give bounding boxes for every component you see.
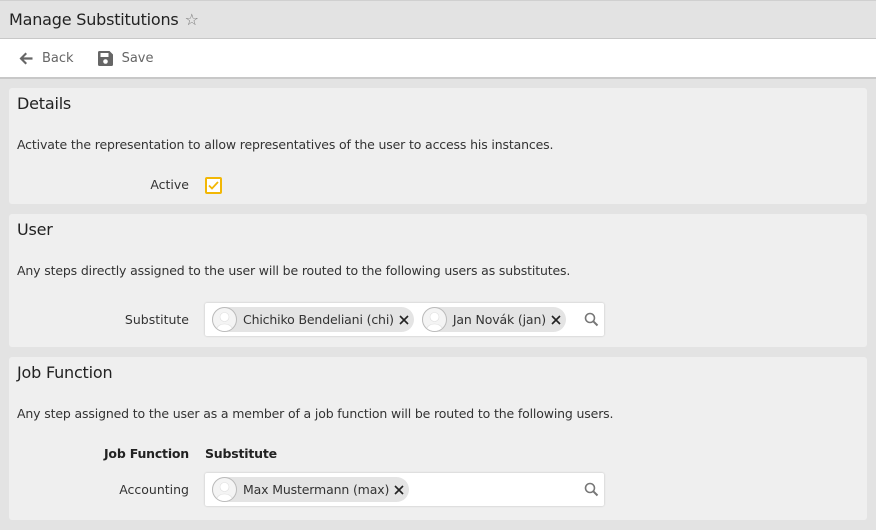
back-label: Back [42,50,74,66]
substitute-chip: Chichiko Bendeliani (chi) [212,307,414,332]
avatar [421,307,447,332]
search-icon[interactable] [584,312,599,327]
column-header-job-function: Job Function [103,446,189,461]
job-function-row-label: Accounting [119,482,189,497]
user-panel: User Any steps directly assigned to the … [9,214,867,347]
substitute-name: Jan Novák (jan) [452,312,546,327]
title-bar: Manage Substitutions ☆ [0,0,876,39]
save-button[interactable]: Save [97,50,154,66]
page-title: Manage Substitutions [9,10,179,29]
user-silhouette-icon [216,482,233,501]
job-function-panel: Job Function Any step assigned to the us… [9,357,867,520]
user-silhouette-icon [216,312,233,331]
job-function-description: Any step assigned to the user as a membe… [17,406,614,421]
star-outline-icon[interactable]: ☆ [185,11,199,28]
substitute-chip: Max Mustermann (max) [212,477,410,502]
active-label: Active [150,177,189,192]
floppy-disk-icon [97,50,113,66]
remove-icon[interactable] [399,314,409,325]
save-label: Save [121,50,154,66]
job-function-heading: Job Function [17,363,113,382]
avatar [212,307,237,332]
arrow-left-icon [19,52,33,64]
user-silhouette-icon [426,312,443,331]
substitute-name: Max Mustermann (max) [243,482,390,497]
user-heading: User [17,220,53,239]
job-function-substitute-picker[interactable]: Max Mustermann (max) [205,473,604,506]
search-icon[interactable] [584,482,599,497]
substitute-chip: Jan Novák (jan) [421,307,566,332]
remove-icon[interactable] [394,484,404,495]
checkmark-icon [208,181,219,190]
user-substitute-picker[interactable]: Chichiko Bendeliani (chi) Jan Novák (jan… [205,303,604,336]
active-checkbox[interactable] [205,177,222,194]
avatar [212,477,237,502]
column-header-substitute: Substitute [205,446,277,461]
back-button[interactable]: Back [19,51,74,66]
details-panel: Details Activate the representation to a… [9,88,867,204]
details-description: Activate the representation to allow rep… [17,137,554,152]
user-description: Any steps directly assigned to the user … [17,263,571,278]
toolbar: Back Save [0,39,876,79]
remove-icon[interactable] [551,314,561,325]
substitute-label: Substitute [124,312,189,327]
details-heading: Details [17,94,72,113]
substitute-name: Chichiko Bendeliani (chi) [243,312,394,327]
